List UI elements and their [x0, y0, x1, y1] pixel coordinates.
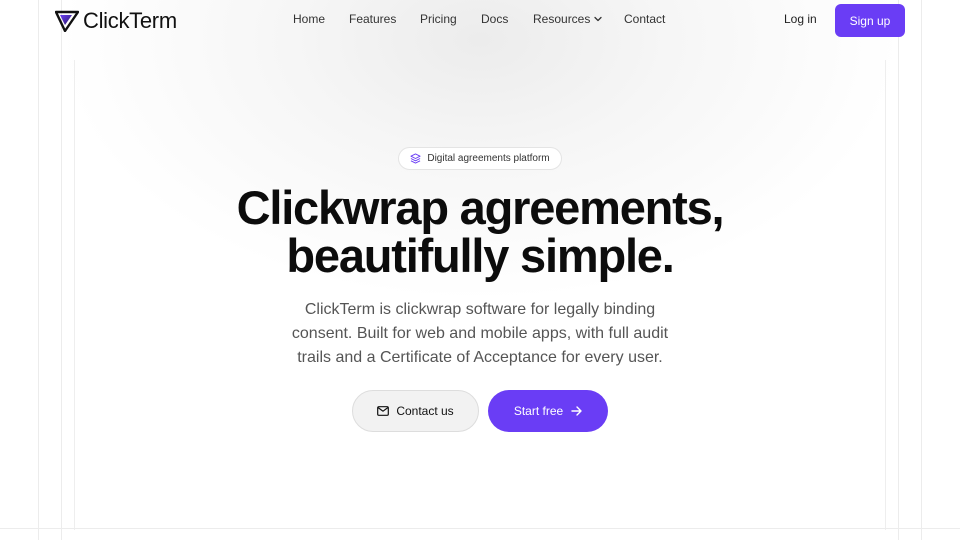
arrow-right-icon	[571, 406, 582, 416]
hero-panel	[74, 60, 886, 530]
hero-title-line-1: Clickwrap agreements,	[236, 181, 725, 234]
hero-subtitle-line-3: trails and a Certificate of Acceptance f…	[297, 349, 663, 366]
nav-item-features[interactable]: Features	[349, 12, 396, 26]
frame-line-left-inner	[61, 0, 62, 540]
frame-line-right-inner	[898, 0, 899, 540]
section-divider	[0, 528, 960, 529]
frame-line-right	[921, 0, 922, 540]
frame-line-left	[38, 0, 39, 540]
start-free-button[interactable]: Start free	[488, 390, 608, 432]
signup-button[interactable]: Sign up	[835, 4, 905, 37]
hero-badge-label: Digital agreements platform	[427, 153, 550, 164]
start-free-label: Start free	[513, 404, 564, 418]
hero-subtitle-line-1: ClickTerm is clickwrap software for lega…	[304, 301, 656, 318]
nav-item-contact[interactable]: Contact	[624, 12, 665, 26]
top-navbar: ClickTerm Home Features Pricing Docs Res…	[0, 0, 960, 40]
nav-item-resources[interactable]: Resources	[533, 12, 603, 26]
hero-title-line-2: beautifully simple.	[286, 229, 674, 282]
nav-item-pricing[interactable]: Pricing	[420, 12, 457, 26]
contact-us-button[interactable]: Contact us	[352, 390, 479, 432]
contact-us-label: Contact us	[396, 404, 454, 418]
nav-item-home[interactable]: Home	[293, 12, 325, 26]
login-link[interactable]: Log in	[784, 12, 817, 26]
hero-subtitle-line-2: consent. Built for web and mobile apps, …	[291, 325, 669, 342]
hero-title: Clickwrap agreements, beautifully simple…	[130, 184, 830, 280]
hero-subtitle: ClickTerm is clickwrap software for lega…	[280, 298, 680, 370]
hero-badge: Digital agreements platform	[398, 147, 562, 170]
chevron-down-icon	[594, 16, 603, 22]
layers-icon	[410, 153, 421, 164]
nav-item-resources-label: Resources	[533, 12, 591, 26]
mail-icon	[377, 406, 390, 416]
nav-item-docs[interactable]: Docs	[481, 12, 508, 26]
